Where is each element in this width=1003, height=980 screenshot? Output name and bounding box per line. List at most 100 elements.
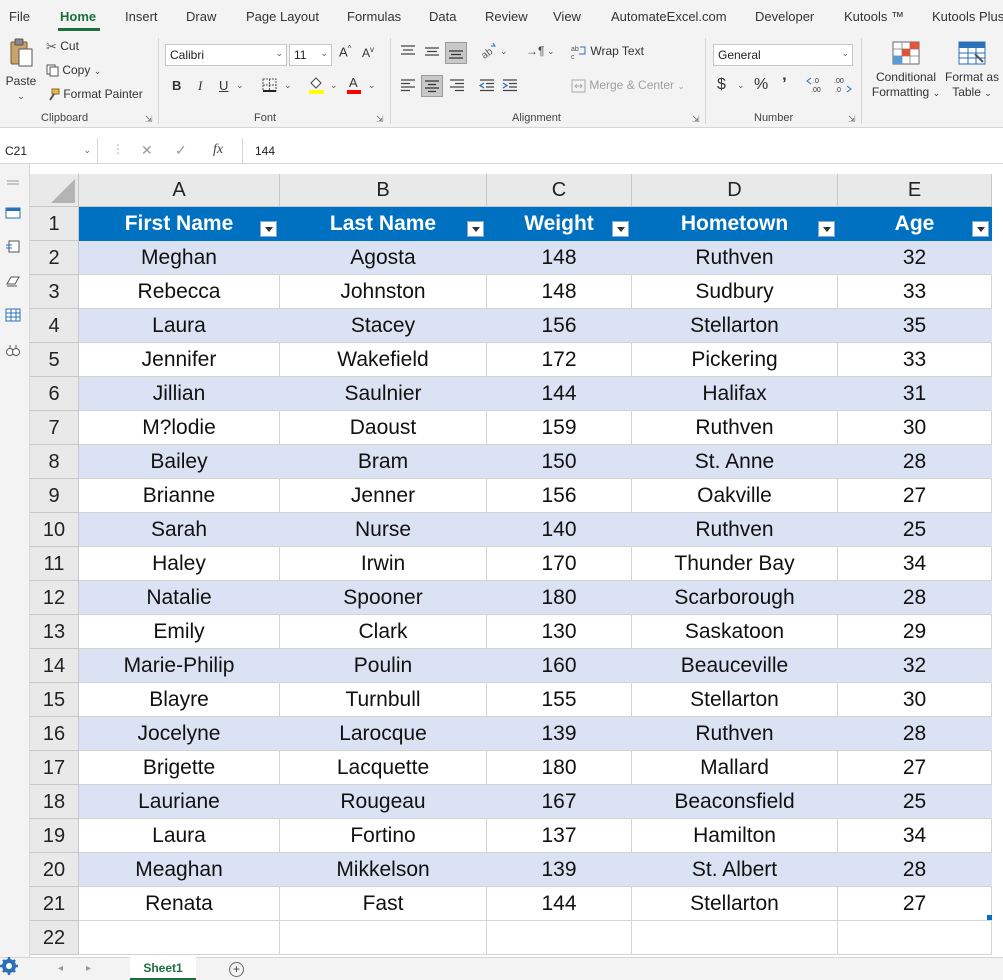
table-cell[interactable]: 155 — [487, 683, 632, 717]
chevron-down-icon[interactable]: ⌄ — [330, 80, 338, 91]
table-cell[interactable]: 34 — [838, 819, 992, 853]
tab-developer[interactable]: Developer — [755, 9, 814, 24]
table-cell[interactable]: 28 — [838, 581, 992, 615]
cut-button[interactable]: ✂ Cut — [46, 39, 79, 55]
table-cell[interactable]: 160 — [487, 649, 632, 683]
table-cell[interactable]: Larocque — [280, 717, 487, 751]
filter-dropdown-icon[interactable] — [467, 221, 484, 237]
decrease-indent-button[interactable] — [478, 78, 495, 95]
bold-button[interactable]: B — [172, 78, 181, 93]
decrease-font-size-icon[interactable]: Av — [362, 45, 374, 60]
table-cell[interactable]: 30 — [838, 683, 992, 717]
table-cell[interactable]: Bailey — [79, 445, 280, 479]
font-family-select[interactable]: Calibri ⌄ — [165, 44, 287, 66]
align-bottom-button[interactable] — [445, 42, 467, 64]
table-cell[interactable]: M?lodie — [79, 411, 280, 445]
table-cell[interactable]: Blayre — [79, 683, 280, 717]
table-cell[interactable]: Thunder Bay — [632, 547, 838, 581]
autotext-icon[interactable] — [5, 240, 21, 254]
align-left-button[interactable] — [400, 78, 416, 95]
table-header-cell[interactable]: Last Name — [280, 207, 487, 241]
filter-dropdown-icon[interactable] — [612, 221, 629, 237]
format-painter-button[interactable]: Format Painter — [46, 87, 143, 102]
table-cell[interactable]: Pickering — [632, 343, 838, 377]
table-cell[interactable]: 33 — [838, 275, 992, 309]
table-cell[interactable]: Halifax — [632, 377, 838, 411]
paste-button[interactable]: Paste ⌄ — [4, 38, 38, 104]
tab-kutools-plus[interactable]: Kutools Plus — [932, 9, 1003, 24]
table-cell[interactable]: 139 — [487, 853, 632, 887]
table-cell[interactable]: 144 — [487, 887, 632, 921]
italic-button[interactable]: I — [198, 78, 202, 94]
table-cell[interactable]: 27 — [838, 887, 992, 921]
table-cell[interactable]: Bram — [280, 445, 487, 479]
borders-button[interactable] — [262, 78, 278, 96]
table-cell[interactable]: Agosta — [280, 241, 487, 275]
row-header[interactable]: 19 — [30, 819, 79, 853]
table-cell[interactable]: St. Anne — [632, 445, 838, 479]
select-all-button[interactable] — [30, 174, 79, 207]
table-cell[interactable]: 25 — [838, 513, 992, 547]
settings-gear-icon[interactable] — [0, 955, 20, 975]
increase-indent-button[interactable] — [502, 78, 518, 95]
row-header[interactable]: 6 — [30, 377, 79, 411]
row-header[interactable]: 10 — [30, 513, 79, 547]
table-cell[interactable]: St. Albert — [632, 853, 838, 887]
chevron-down-icon[interactable]: ⌄ — [236, 80, 244, 91]
column-header-b[interactable]: B — [280, 174, 487, 207]
filter-dropdown-icon[interactable] — [972, 221, 989, 237]
table-cell[interactable]: Poulin — [280, 649, 487, 683]
formula-input[interactable]: 144 — [242, 138, 1003, 164]
find-replace-icon[interactable] — [5, 344, 21, 358]
table-cell[interactable]: Natalie — [79, 581, 280, 615]
row-header[interactable]: 22 — [30, 921, 79, 955]
table-cell[interactable]: Oakville — [632, 479, 838, 513]
table-cell[interactable]: Stellarton — [632, 683, 838, 717]
table-cell[interactable]: 30 — [838, 411, 992, 445]
table-cell[interactable]: Laura — [79, 309, 280, 343]
table-cell[interactable]: 180 — [487, 751, 632, 785]
table-cell[interactable]: 27 — [838, 479, 992, 513]
table-cell[interactable]: Sarah — [79, 513, 280, 547]
tab-file[interactable]: File — [9, 9, 30, 24]
table-cell[interactable]: Meaghan — [79, 853, 280, 887]
scroll-right-icon[interactable]: ▸ — [86, 963, 91, 974]
table-cell[interactable]: Haley — [79, 547, 280, 581]
table-cell[interactable]: 25 — [838, 785, 992, 819]
row-header[interactable]: 4 — [30, 309, 79, 343]
table-cell[interactable]: 28 — [838, 717, 992, 751]
align-center-button[interactable] — [421, 75, 443, 97]
table-cell[interactable]: 148 — [487, 275, 632, 309]
tab-review[interactable]: Review — [485, 9, 528, 24]
align-middle-button[interactable] — [424, 44, 440, 61]
row-header[interactable]: 17 — [30, 751, 79, 785]
table-cell[interactable]: Nurse — [280, 513, 487, 547]
name-box[interactable]: C21 ⌄ — [0, 138, 98, 164]
table-cell[interactable]: Marie-Philip — [79, 649, 280, 683]
cancel-icon[interactable]: ✕ — [141, 142, 153, 159]
table-cell[interactable]: 27 — [838, 751, 992, 785]
pane-grip-icon[interactable] — [5, 180, 21, 186]
table-cell[interactable]: 140 — [487, 513, 632, 547]
tab-automateexcel[interactable]: AutomateExcel.com — [611, 9, 727, 24]
row-header[interactable]: 18 — [30, 785, 79, 819]
table-cell[interactable]: 32 — [838, 649, 992, 683]
row-header[interactable]: 5 — [30, 343, 79, 377]
table-cell[interactable]: Saulnier — [280, 377, 487, 411]
row-header[interactable]: 12 — [30, 581, 79, 615]
fill-color-button[interactable] — [308, 76, 325, 97]
insert-function-icon[interactable]: fx — [213, 142, 223, 158]
comma-style-button[interactable]: ’ — [782, 74, 787, 94]
name-manager-icon[interactable] — [5, 274, 21, 288]
font-size-select[interactable]: 11 ⌄ — [289, 44, 332, 66]
copy-button[interactable]: Copy ⌄ — [46, 63, 101, 77]
table-cell[interactable]: Jennifer — [79, 343, 280, 377]
table-cell[interactable]: Hamilton — [632, 819, 838, 853]
table-cell[interactable]: 28 — [838, 445, 992, 479]
orientation-button[interactable]: ab — [479, 42, 497, 62]
table-cell[interactable]: 159 — [487, 411, 632, 445]
row-header[interactable]: 14 — [30, 649, 79, 683]
table-cell[interactable]: Rebecca — [79, 275, 280, 309]
table-cell[interactable]: Lacquette — [280, 751, 487, 785]
row-header[interactable]: 9 — [30, 479, 79, 513]
